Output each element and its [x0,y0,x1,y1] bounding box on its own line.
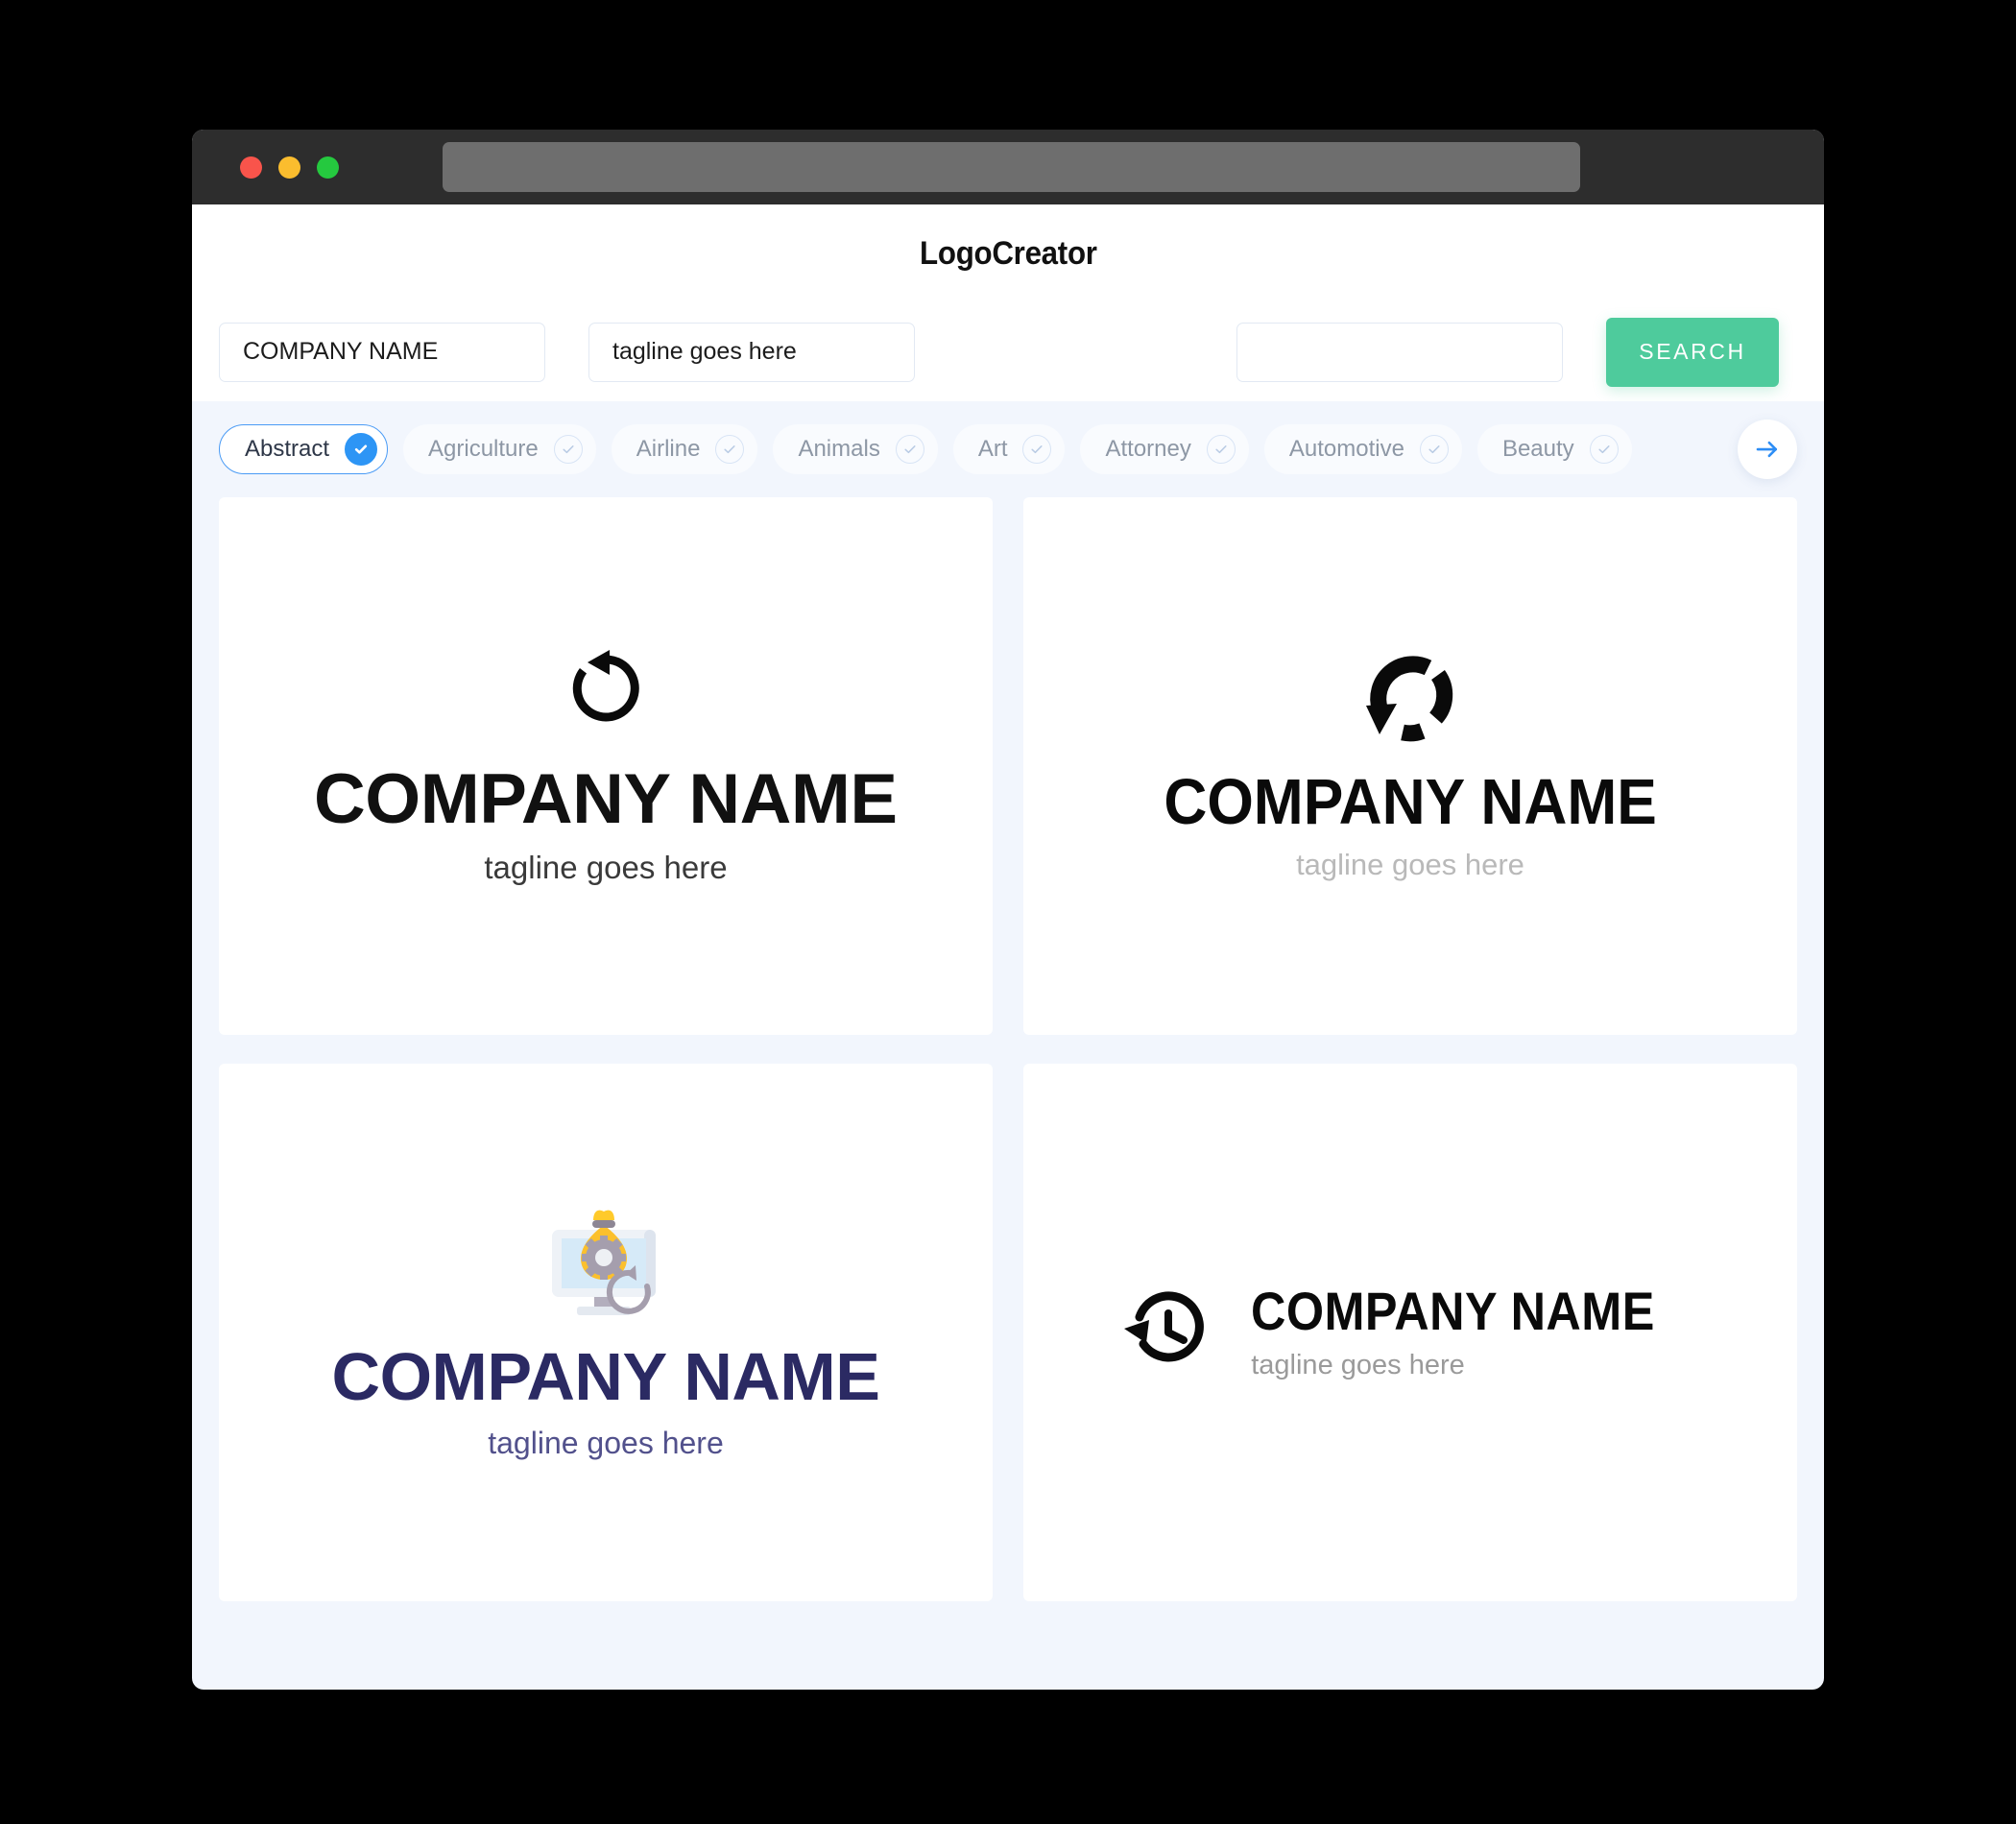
category-chip-beauty[interactable]: Beauty [1476,424,1632,474]
page-title: LogoCreator [919,234,1097,272]
category-chip-attorney[interactable]: Attorney [1080,424,1249,474]
logo-card[interactable]: COMPANY NAME tagline goes here [1023,1064,1797,1601]
logo-tagline: tagline goes here [488,1426,724,1460]
category-chip-art[interactable]: Art [952,424,1066,474]
category-chip-label: Art [977,436,1008,462]
next-categories-button[interactable] [1738,420,1797,479]
minimize-window-button[interactable] [278,156,300,179]
close-window-button[interactable] [240,156,262,179]
search-button[interactable]: SEARCH [1606,317,1779,387]
app-header: LogoCreator [192,204,1824,302]
check-circle-icon [553,435,583,464]
category-chip-label: Agriculture [428,436,539,462]
check-circle-icon [1419,435,1449,464]
check-circle-icon [1022,435,1052,464]
logo-tagline: tagline goes here [484,850,728,885]
logo-card[interactable]: COMPANY NAME tagline goes here [1023,497,1797,1035]
category-chip-label: Beauty [1501,436,1574,462]
traffic-lights [240,156,339,179]
keyword-input[interactable] [1236,322,1563,382]
maximize-window-button[interactable] [317,156,339,179]
company-name-value: COMPANY NAME [243,338,439,365]
logo-company-name: COMPANY NAME [1251,1280,1655,1341]
category-filter-bar: Abstract Agriculture Airline Animals Art [192,401,1824,497]
logo-card[interactable]: COMPANY NAME tagline goes here [219,497,993,1035]
segmented-refresh-icon [1145,650,1675,751]
clock-history-icon [1120,1284,1216,1381]
logo-results-grid: COMPANY NAME tagline goes here COMPANY N… [192,497,1824,1642]
browser-window: LogoCreator COMPANY NAME tagline goes he… [192,130,1824,1690]
arrow-right-icon [1756,441,1778,458]
check-circle-icon [1206,435,1236,464]
category-chip-agriculture[interactable]: Agriculture [403,424,596,474]
check-circle-icon [895,435,924,464]
category-chip-abstract[interactable]: Abstract [219,424,389,474]
logo-company-name: COMPANY NAME [1164,766,1657,838]
search-button-label: SEARCH [1639,339,1746,364]
category-chip-label: Attorney [1105,436,1191,462]
category-chip-animals[interactable]: Animals [773,424,938,474]
category-chip-label: Automotive [1288,436,1404,462]
logo-card[interactable]: COMPANY NAME tagline goes here [219,1064,993,1601]
category-chip-label: Abstract [245,436,330,462]
url-bar[interactable] [443,142,1580,192]
tagline-value: tagline goes here [612,338,797,365]
rotate-left-icon [320,646,892,739]
tagline-input[interactable]: tagline goes here [588,322,915,382]
logo-company-name: COMPANY NAME [331,1339,880,1414]
monitor-money-gear-icon [332,1204,880,1322]
check-circle-icon [715,435,745,464]
category-chip-label: Animals [798,436,880,462]
category-chip-label: Airline [636,436,701,462]
logo-tagline: tagline goes here [1296,848,1524,881]
category-chip-airline[interactable]: Airline [611,424,758,474]
check-circle-icon [1589,435,1619,464]
company-name-input[interactable]: COMPANY NAME [219,322,545,382]
search-toolbar: COMPANY NAME tagline goes here SEARCH [192,302,1824,401]
category-chip-automotive[interactable]: Automotive [1263,424,1462,474]
logo-tagline: tagline goes here [1251,1349,1465,1380]
browser-title-bar [192,130,1824,204]
check-circle-icon [345,433,378,466]
logo-company-name: COMPANY NAME [314,760,898,838]
